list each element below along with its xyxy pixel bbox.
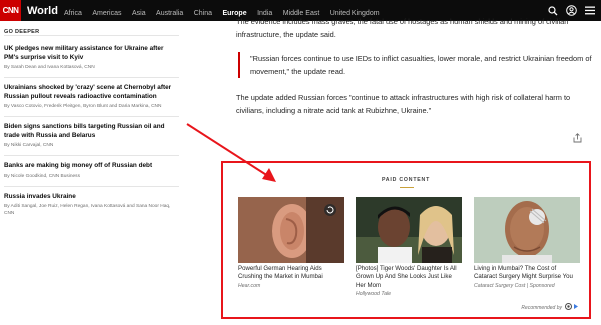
story-title[interactable]: Ukrainians shocked by 'crazy' scene at C… (4, 84, 179, 101)
card-source: Cataract Surgery Cost | Sponsored (474, 282, 555, 289)
search-icon[interactable] (548, 5, 558, 16)
menu-icon[interactable] (585, 6, 595, 15)
card-source: Hollywood Tale (356, 290, 391, 297)
story-title[interactable]: Banks are making big money off of Russia… (4, 162, 179, 171)
story-title[interactable]: Biden signs sanctions bills targeting Ru… (4, 123, 179, 140)
list-item[interactable]: UK pledges new military assistance for U… (0, 45, 183, 71)
article-paragraph: The evidence includes mass graves, the f… (236, 17, 569, 39)
list-item[interactable]: Ukrainians shocked by 'crazy' scene at C… (0, 84, 183, 110)
share-icon[interactable] (573, 130, 582, 148)
go-deeper-heading: GO DEEPER (4, 29, 40, 35)
divider (4, 155, 179, 156)
story-byline: By Sarah Dean and Ivana Kottasová, CNN (4, 65, 95, 70)
nav-item-australia[interactable]: Australia (156, 10, 183, 17)
paid-content-module: PAID CONTENT Powerful German Hearing Aid… (221, 161, 591, 319)
nav-item-china[interactable]: China (194, 10, 212, 17)
section-title[interactable]: World (27, 5, 58, 17)
recommended-by[interactable]: Recommended by (521, 303, 581, 312)
list-item[interactable]: Russia invades Ukraine By Aditi Sangal, … (0, 193, 183, 218)
outbrain-icon[interactable] (565, 303, 581, 312)
go-deeper-sidebar: GO DEEPER UK pledges new military assist… (0, 21, 183, 217)
divider (4, 116, 179, 117)
heading-divider (4, 35, 179, 36)
recommended-label: Recommended by (521, 304, 562, 311)
cnn-logo[interactable]: CNN (0, 0, 21, 21)
card-image-tiger-woods[interactable] (356, 197, 462, 263)
paid-content-label: PAID CONTENT (381, 177, 431, 183)
nav-item-americas[interactable]: Americas (92, 10, 121, 17)
card-title[interactable]: Living in Mumbai? The Cost of Cataract S… (474, 265, 580, 282)
card-image-hearing-aid[interactable] (238, 197, 344, 263)
divider (4, 77, 179, 78)
article-body: The evidence includes mass graves, the f… (220, 17, 592, 117)
divider (4, 185, 179, 187)
article-paragraph: The update added Russian forces "continu… (236, 93, 571, 115)
card-title[interactable]: [Photos] Tiger Woods' Daughter Is All Gr… (356, 265, 462, 290)
label-underline (400, 187, 414, 188)
list-item[interactable]: Banks are making big money off of Russia… (0, 162, 183, 180)
nav-item-africa[interactable]: Africa (64, 10, 82, 17)
card-title[interactable]: Powerful German Hearing Aids Crushing th… (238, 265, 344, 282)
story-title[interactable]: Russia invades Ukraine (4, 193, 179, 202)
quote-text: "Russian forces continue to use IEDs to … (250, 54, 592, 76)
nav-item-asia[interactable]: Asia (132, 10, 146, 17)
sponsored-card[interactable]: Living in Mumbai? The Cost of Cataract S… (474, 197, 580, 289)
story-byline: By Aditi Sangal, Joe Ruiz, Helen Regan, … (4, 204, 171, 216)
article-quote: "Russian forces continue to use IEDs to … (238, 52, 592, 78)
story-byline: By Nikki Carvajal, CNN (4, 143, 54, 148)
story-byline: By Nicole Goodkind, CNN Business (4, 173, 80, 179)
story-title[interactable]: UK pledges new military assistance for U… (4, 45, 179, 62)
card-image-cataract[interactable] (474, 197, 580, 263)
sponsored-card[interactable]: Powerful German Hearing Aids Crushing th… (238, 197, 344, 289)
list-item[interactable]: Biden signs sanctions bills targeting Ru… (0, 123, 183, 149)
story-byline: By Vasco Cotovio, Frederik Pleitgen, Byr… (4, 104, 162, 109)
sponsored-card[interactable]: [Photos] Tiger Woods' Daughter Is All Gr… (356, 197, 462, 297)
card-source: Hear.com (238, 282, 261, 289)
